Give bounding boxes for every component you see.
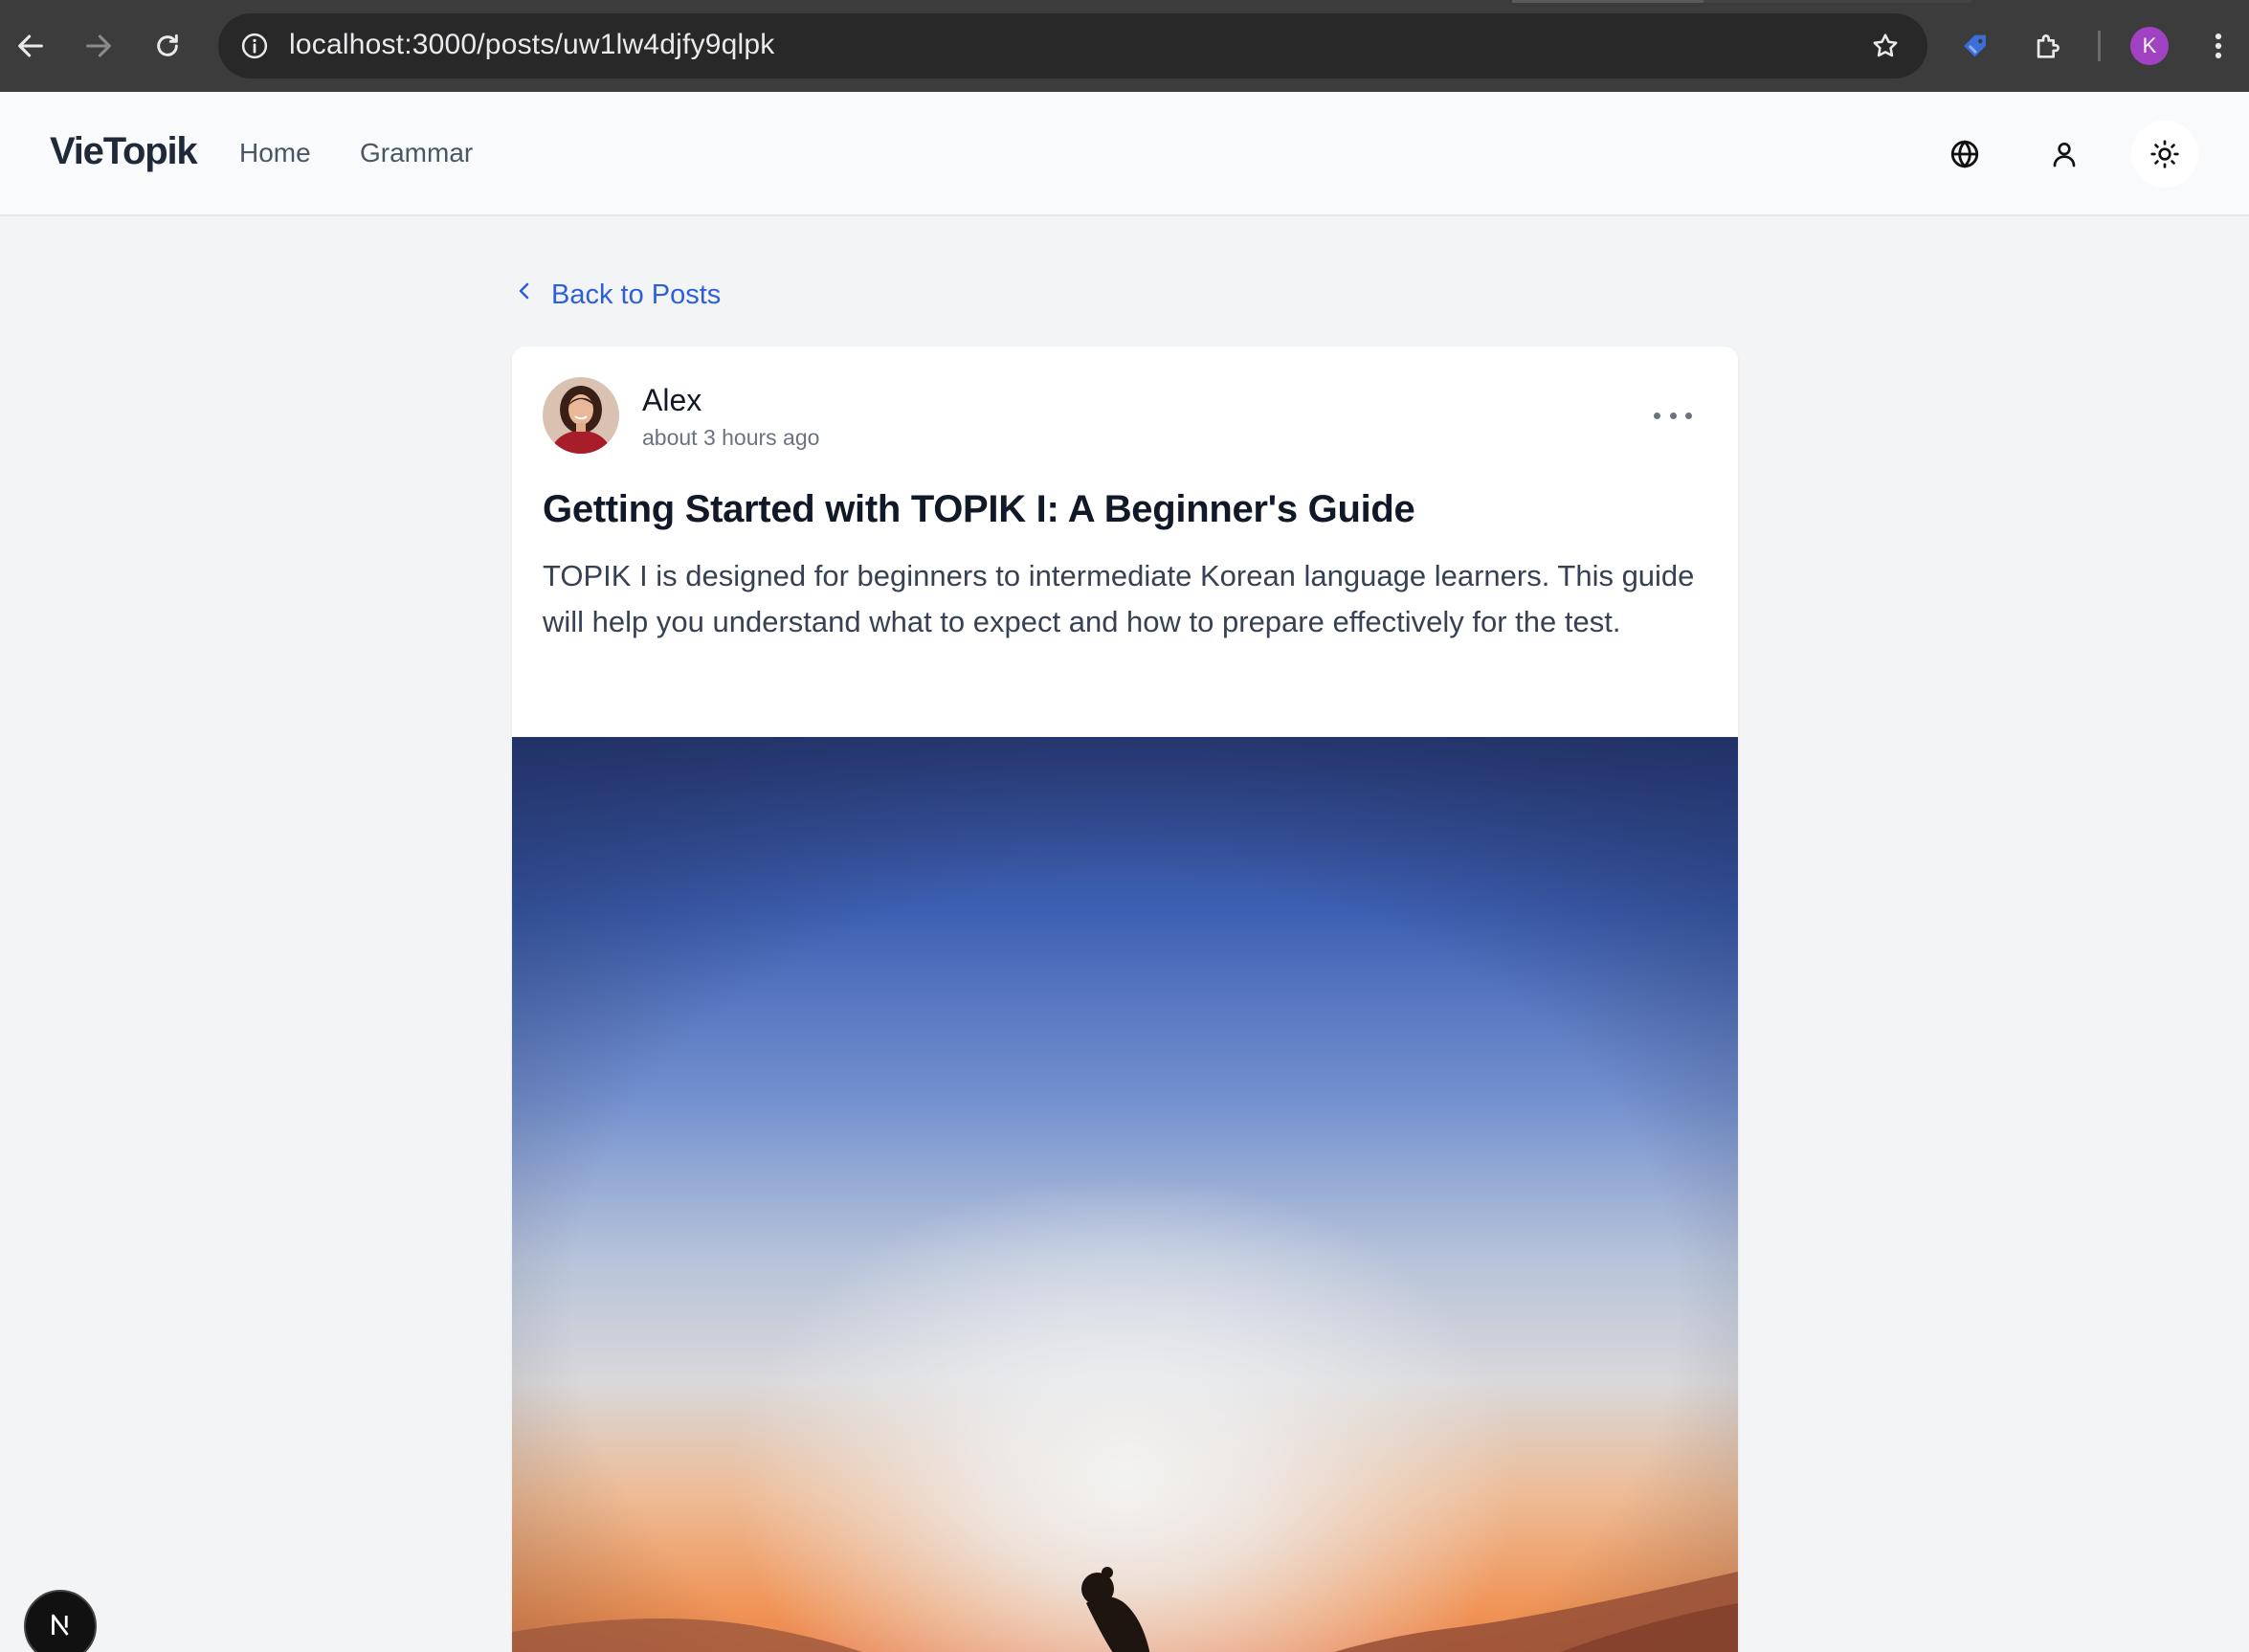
browser-chrome: localhost:3000/posts/uw1lw4djfy9qlpk K xyxy=(0,0,2249,92)
puzzle-extensions-icon[interactable] xyxy=(2025,23,2071,69)
back-to-posts-label: Back to Posts xyxy=(551,279,722,310)
back-to-posts-link[interactable]: Back to Posts xyxy=(513,278,721,312)
sun-icon[interactable] xyxy=(2131,121,2198,188)
url-text[interactable]: localhost:3000/posts/uw1lw4djfy9qlpk xyxy=(289,29,775,61)
nav-link-grammar[interactable]: Grammar xyxy=(360,138,473,168)
toolbar-separator xyxy=(2098,31,2101,61)
post-timestamp: about 3 hours ago xyxy=(642,425,820,450)
kebab-menu-icon[interactable] xyxy=(2195,23,2241,69)
back-arrow-icon[interactable] xyxy=(6,21,56,71)
star-icon[interactable] xyxy=(1866,27,1904,65)
post-card: Alex about 3 hours ago Getting Started w… xyxy=(512,346,1738,1652)
tab-strip-segment xyxy=(1512,0,1703,3)
tab-strip-segment xyxy=(1703,0,1971,3)
forward-arrow-icon[interactable] xyxy=(74,21,123,71)
user-icon[interactable] xyxy=(2031,121,2098,188)
info-icon[interactable] xyxy=(235,27,274,65)
author-name[interactable]: Alex xyxy=(642,383,701,418)
post-excerpt: TOPIK I is designed for beginners to int… xyxy=(543,559,1695,638)
address-bar[interactable]: localhost:3000/posts/uw1lw4djfy9qlpk xyxy=(218,13,1927,78)
nav-link-home[interactable]: Home xyxy=(239,138,311,168)
tag-extension-icon[interactable] xyxy=(1953,23,1999,69)
globe-icon[interactable] xyxy=(1931,121,1998,188)
chevron-left-icon xyxy=(513,278,536,312)
author-avatar[interactable] xyxy=(543,377,619,454)
nextjs-icon[interactable] xyxy=(24,1590,97,1652)
reload-icon[interactable] xyxy=(143,21,192,71)
site-header: VieTopik Home Grammar xyxy=(0,92,2249,216)
profile-avatar[interactable]: K xyxy=(2130,27,2169,65)
more-horizontal-icon[interactable] xyxy=(1654,408,1692,423)
post-title: Getting Started with TOPIK I: A Beginner… xyxy=(543,488,1415,530)
post-hero-image xyxy=(512,737,1738,1652)
site-logo[interactable]: VieTopik xyxy=(50,130,198,173)
